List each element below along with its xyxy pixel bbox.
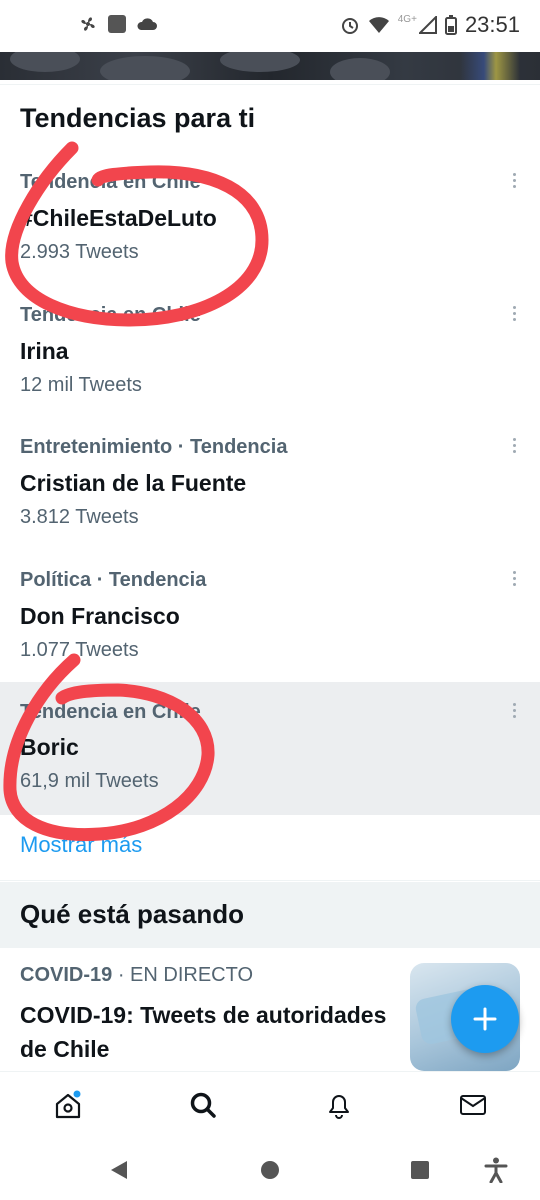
battery-icon — [444, 15, 457, 35]
news-title[interactable]: COVID-19: Tweets de autoridades de Chile — [20, 998, 390, 1066]
trend-name: Cristian de la Fuente — [20, 470, 247, 496]
bell-icon[interactable] — [324, 1090, 354, 1120]
trend-count: 61,9 mil Tweets — [20, 770, 159, 792]
trend-context: Tendencia en Chile — [20, 171, 201, 193]
recents-icon[interactable] — [409, 1159, 431, 1181]
status-bar: 4G+ 23:51 — [0, 0, 540, 52]
signal-icon — [418, 16, 437, 34]
trend-name: Boric — [20, 734, 79, 760]
app-square-icon — [108, 15, 126, 33]
search-icon[interactable] — [188, 1090, 218, 1120]
wifi-icon — [368, 17, 389, 33]
trend-name: Irina — [20, 338, 69, 364]
system-navigation-bar — [0, 1139, 540, 1200]
trend-item[interactable]: Tendencia en Chile Irina 12 mil Tweets — [0, 304, 540, 437]
trend-context: Entretenimiento · Tendencia — [20, 436, 288, 458]
fan-icon — [81, 17, 95, 31]
more-options-icon[interactable] — [513, 173, 519, 188]
more-options-icon[interactable] — [513, 571, 519, 586]
trend-item[interactable]: Entretenimiento · Tendencia Cristian de … — [0, 436, 540, 569]
trend-count: 2.993 Tweets — [20, 241, 139, 263]
news-live-tag: · EN DIRECTO — [117, 964, 254, 986]
trend-item-highlighted[interactable]: Tendencia en Chile Boric 61,9 mil Tweets — [0, 682, 540, 815]
home-circle-icon[interactable] — [259, 1159, 281, 1181]
trend-context: Tendencia en Chile — [20, 701, 201, 723]
mail-icon[interactable] — [458, 1090, 488, 1120]
trend-count: 12 mil Tweets — [20, 374, 142, 396]
status-time: 23:51 — [464, 12, 520, 37]
status-system-icons: 4G+ 23:51 — [340, 12, 520, 38]
trend-name: #ChileEstaDeLuto — [20, 205, 217, 231]
trend-name: Don Francisco — [20, 603, 180, 629]
plus-icon — [473, 1007, 497, 1031]
show-more-link[interactable]: Mostrar más — [20, 832, 142, 858]
cloud-icon — [137, 18, 157, 30]
status-notification-icons — [78, 14, 158, 34]
alarm-icon — [341, 18, 358, 34]
divider — [0, 84, 540, 85]
compose-tweet-button[interactable] — [451, 985, 519, 1053]
header-banner-image[interactable] — [0, 52, 540, 80]
news-meta: COVID-19 · EN DIRECTO — [20, 964, 253, 987]
happening-section-title: Qué está pasando — [20, 899, 244, 929]
trend-count: 3.812 Tweets — [20, 506, 139, 528]
trend-count: 1.077 Tweets — [20, 639, 139, 661]
accessibility-icon[interactable] — [484, 1157, 508, 1183]
news-category: COVID-19 — [20, 964, 113, 986]
trend-item[interactable]: Tendencia en Chile #ChileEstaDeLuto 2.99… — [0, 171, 540, 304]
divider — [0, 880, 540, 881]
trends-section-title: Tendencias para ti — [20, 103, 256, 133]
trend-context: Tendencia en Chile — [20, 304, 201, 326]
network-type: 4G+ — [397, 13, 417, 25]
more-options-icon[interactable] — [513, 438, 519, 453]
trend-context: Política · Tendencia — [20, 569, 207, 591]
home-icon[interactable] — [53, 1090, 83, 1120]
back-icon[interactable] — [108, 1159, 130, 1181]
more-options-icon[interactable] — [513, 306, 519, 321]
bottom-navigation — [0, 1071, 540, 1140]
more-options-icon[interactable] — [513, 703, 519, 718]
